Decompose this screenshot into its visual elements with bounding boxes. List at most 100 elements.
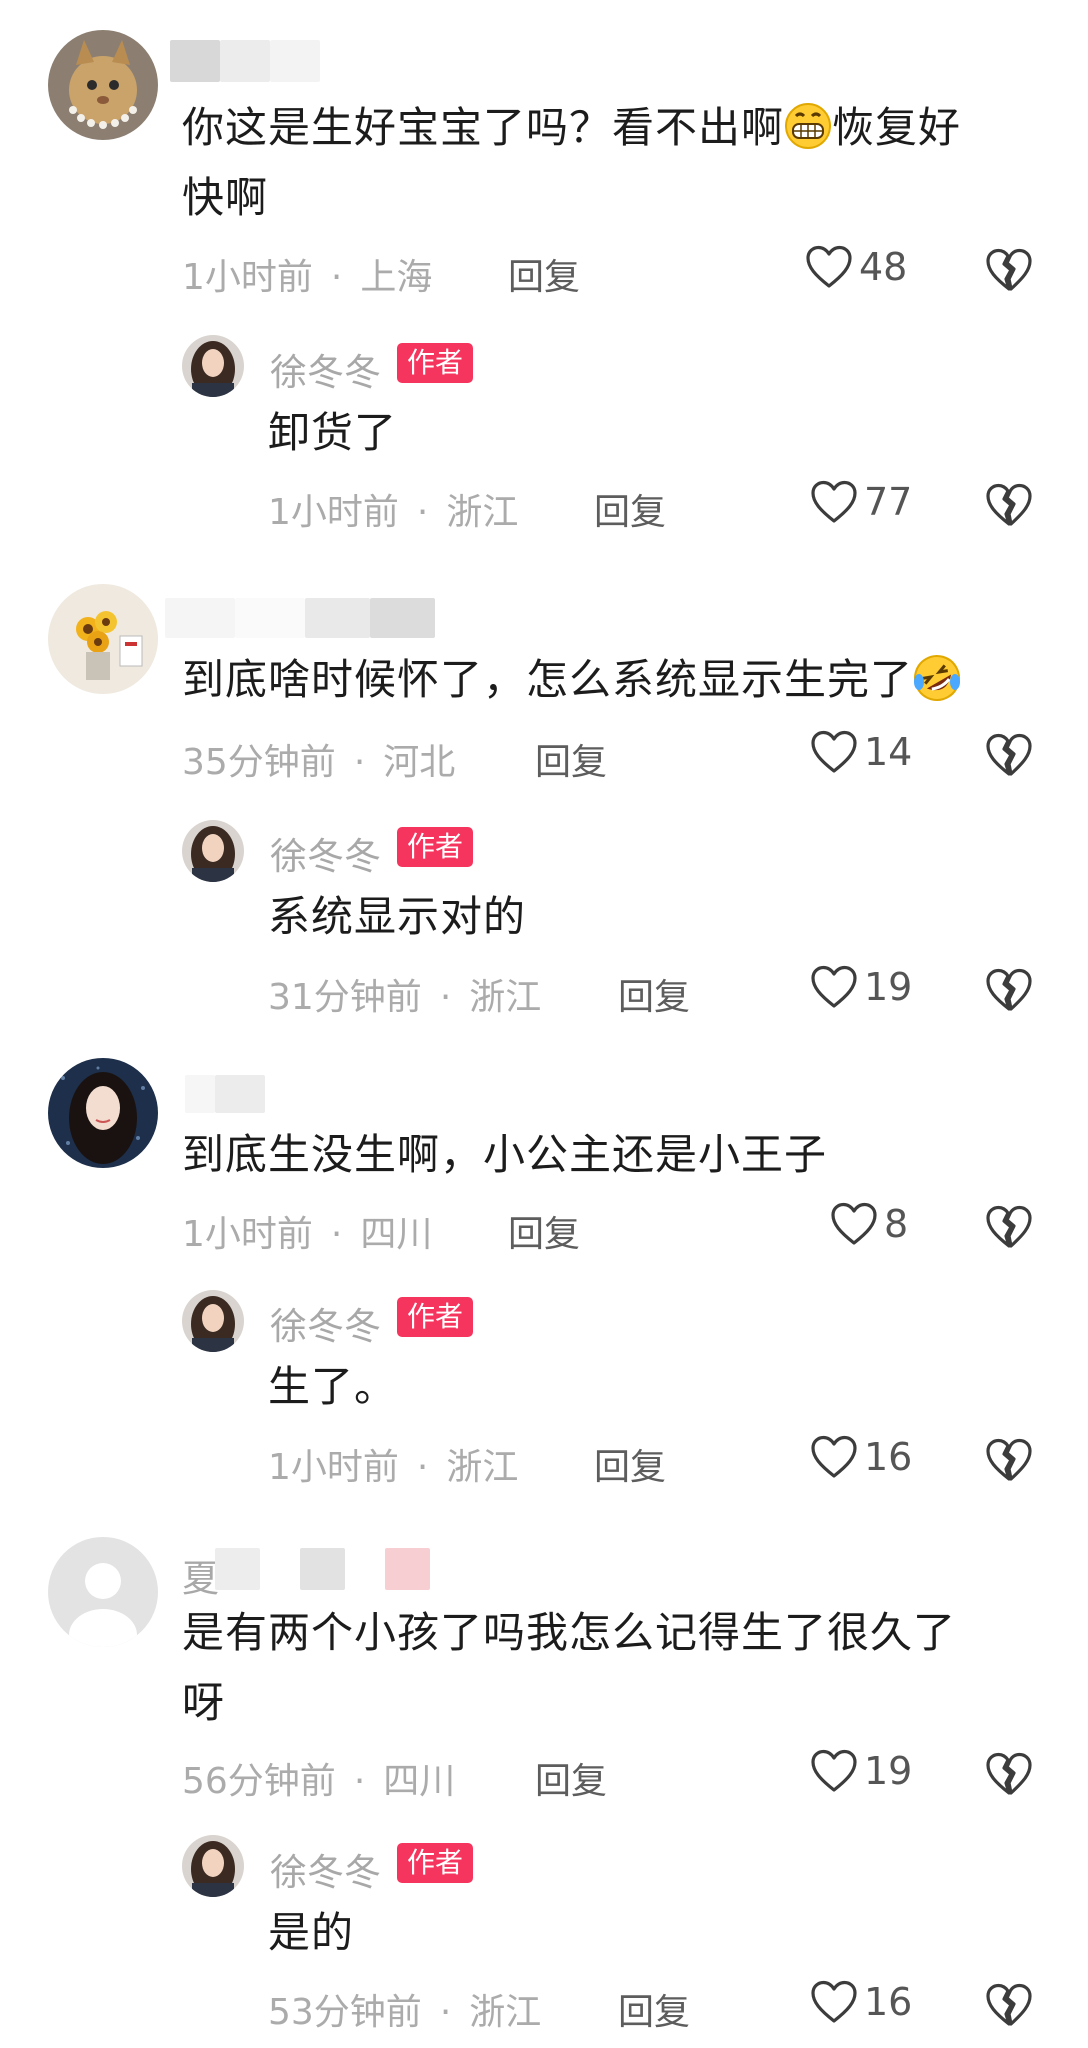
like-button[interactable]: 19	[810, 1749, 912, 1793]
comment-text: 是有两个小孩了吗我怎么记得生了很久了 呀	[182, 1608, 957, 1727]
reply-time: 53分钟前	[268, 1992, 422, 2033]
author-badge: 作者	[397, 1297, 474, 1337]
woman-avatar[interactable]	[48, 1058, 158, 1168]
reply-location: 浙江	[469, 1992, 542, 2033]
dislike-button[interactable]	[985, 248, 1033, 296]
reply-author-name[interactable]: 徐冬冬	[270, 1296, 381, 1350]
reply-button[interactable]: 回复	[618, 968, 690, 1020]
like-button[interactable]: 14	[810, 730, 912, 774]
username-redacted[interactable]	[185, 1075, 265, 1113]
reply-author-name[interactable]: 徐冬冬	[270, 826, 381, 880]
reply-time: 31分钟前	[268, 977, 422, 1018]
dislike-button[interactable]	[985, 1752, 1033, 1800]
comment-text: 到底啥时候怀了，怎么系统显示生完了	[182, 645, 1062, 715]
dislike-button[interactable]	[985, 1983, 1033, 2031]
heart-icon	[810, 730, 858, 774]
heart-icon	[805, 245, 853, 289]
author-badge: 作者	[397, 1843, 474, 1883]
reply-button[interactable]: 回复	[594, 483, 666, 535]
comment-time: 56分钟前	[182, 1761, 336, 1802]
dislike-button[interactable]	[985, 1205, 1033, 1253]
default-avatar[interactable]	[48, 1537, 158, 1647]
reply-button[interactable]: 回复	[594, 1438, 666, 1490]
like-count: 14	[864, 730, 913, 774]
like-button[interactable]: 16	[810, 1435, 912, 1479]
dislike-button[interactable]	[985, 483, 1033, 531]
comment-time: 1小时前	[182, 1214, 313, 1255]
author-avatar[interactable]	[182, 1290, 244, 1352]
reply-button[interactable]: 回复	[535, 733, 607, 785]
broken-heart-icon	[985, 733, 1033, 777]
dislike-button[interactable]	[985, 968, 1033, 1016]
reply-button[interactable]: 回复	[618, 1983, 690, 2035]
reply-location: 浙江	[469, 977, 542, 1018]
heart-icon	[810, 965, 858, 1009]
comment-location: 四川	[360, 1214, 433, 1255]
comment-location: 河北	[383, 742, 456, 783]
author-avatar[interactable]	[182, 820, 244, 882]
reply-time: 1小时前	[268, 1447, 399, 1488]
author-avatar[interactable]	[182, 1835, 244, 1897]
like-count: 77	[864, 480, 913, 524]
reply-meta: 53分钟前 · 浙江	[268, 1992, 542, 2033]
broken-heart-icon	[985, 248, 1033, 292]
author-avatar[interactable]	[182, 335, 244, 397]
username-redacted[interactable]	[165, 598, 435, 638]
like-count: 48	[859, 245, 908, 289]
reply-button[interactable]: 回复	[508, 248, 580, 300]
grin-emoji	[784, 101, 832, 149]
reply-meta: 1小时前 · 浙江	[268, 492, 519, 533]
like-count: 8	[884, 1202, 909, 1246]
like-button[interactable]: 8	[830, 1202, 908, 1246]
like-button[interactable]: 48	[805, 245, 907, 289]
reply-location: 浙江	[446, 1447, 519, 1488]
comment-text: 到底生没生啊，小公主还是小王子	[182, 1130, 828, 1179]
reply-meta: 31分钟前 · 浙江	[268, 977, 542, 1018]
comment-meta: 1小时前 · 上海	[182, 257, 433, 298]
comment-meta: 56分钟前 · 四川	[182, 1761, 456, 1802]
heart-icon	[810, 480, 858, 524]
dislike-button[interactable]	[985, 733, 1033, 781]
reply-text: 是的	[268, 1908, 355, 1957]
reply-button[interactable]: 回复	[508, 1205, 580, 1257]
heart-icon	[810, 1435, 858, 1479]
comment-text: 你这是生好宝宝了吗？看不出啊 恢复好 快啊	[182, 101, 962, 222]
like-button[interactable]: 19	[810, 965, 912, 1009]
broken-heart-icon	[985, 968, 1033, 1012]
reply-meta: 1小时前 · 浙江	[268, 1447, 519, 1488]
like-count: 16	[864, 1435, 913, 1479]
reply-author-name[interactable]: 徐冬冬	[270, 1842, 381, 1896]
broken-heart-icon	[985, 1205, 1033, 1249]
like-count: 19	[864, 1749, 913, 1793]
comment-location: 四川	[383, 1761, 456, 1802]
like-count: 16	[864, 1980, 913, 2024]
reply-text: 系统显示对的	[268, 892, 527, 941]
like-button[interactable]: 77	[810, 480, 912, 524]
broken-heart-icon	[985, 483, 1033, 527]
comment-time: 1小时前	[182, 257, 313, 298]
comment-time: 35分钟前	[182, 742, 336, 783]
rolling-laugh-emoji	[913, 653, 961, 701]
reply-text: 生了。	[268, 1362, 398, 1411]
username-redacted[interactable]	[170, 40, 320, 82]
username-redacted[interactable]	[215, 1548, 430, 1590]
broken-heart-icon	[985, 1752, 1033, 1796]
author-badge: 作者	[397, 343, 474, 383]
comment-meta: 35分钟前 · 河北	[182, 742, 456, 783]
heart-icon	[810, 1749, 858, 1793]
reply-button[interactable]: 回复	[535, 1752, 607, 1804]
comment-author-name[interactable]: 夏	[182, 1548, 219, 1602]
comment-meta: 1小时前 · 四川	[182, 1214, 433, 1255]
like-button[interactable]: 16	[810, 1980, 912, 2024]
reply-author-name[interactable]: 徐冬冬	[270, 342, 381, 396]
dislike-button[interactable]	[985, 1438, 1033, 1486]
cat-avatar[interactable]	[48, 30, 158, 140]
broken-heart-icon	[985, 1438, 1033, 1482]
author-badge: 作者	[397, 827, 474, 867]
heart-icon	[830, 1202, 878, 1246]
comment-location: 上海	[360, 257, 433, 298]
reply-location: 浙江	[446, 492, 519, 533]
heart-icon	[810, 1980, 858, 2024]
flowers-avatar[interactable]	[48, 584, 158, 694]
like-count: 19	[864, 965, 913, 1009]
